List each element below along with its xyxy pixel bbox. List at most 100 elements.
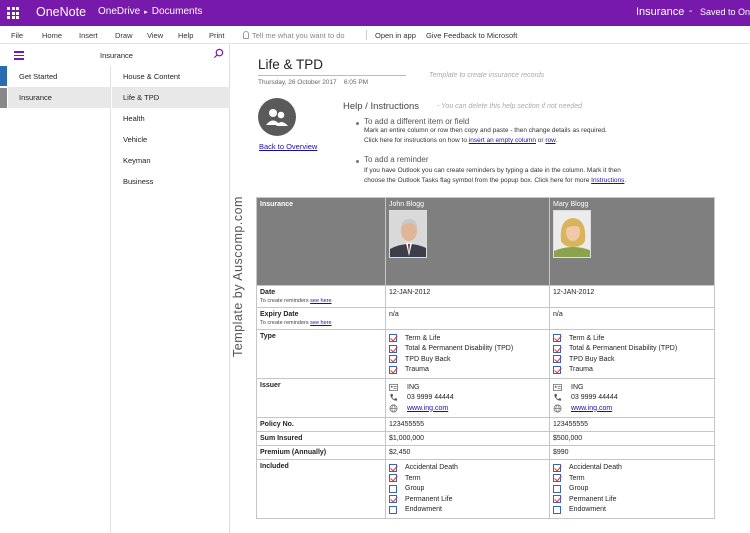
checkbox[interactable]: [553, 505, 561, 514]
table-cell[interactable]: ING 03 9999 44444 www.ing.com: [385, 378, 550, 418]
table-cell[interactable]: Accidental Death Term Group Permanent Li…: [549, 458, 715, 519]
menu-home[interactable]: Home: [42, 31, 62, 40]
tell-me-search[interactable]: Tell me what you want to do: [243, 31, 345, 40]
checkbox[interactable]: [553, 365, 561, 374]
breadcrumb-documents[interactable]: Documents: [152, 6, 203, 17]
issuer-website-link[interactable]: www.ing.com: [571, 405, 612, 412]
hamburger-menu-icon[interactable]: [14, 51, 24, 60]
table-cell[interactable]: Issuer: [256, 378, 386, 418]
table-cell[interactable]: $2,450: [385, 444, 550, 460]
checkbox[interactable]: [389, 463, 397, 472]
table-cell[interactable]: Term & Life Total & Permanent Disability…: [549, 329, 715, 379]
help-item-1-line-2: Click here for instructions on how to in…: [364, 137, 558, 144]
issuer-web-row: www.ing.com: [553, 403, 711, 414]
checkbox[interactable]: [389, 474, 397, 483]
table-cell[interactable]: 12-JAN-2012: [385, 285, 550, 308]
table-header-label: Insurance: [260, 201, 294, 208]
table-cell[interactable]: $500,000: [549, 430, 715, 446]
app-launcher-icon[interactable]: [7, 7, 19, 19]
insert-row-link[interactable]: row: [545, 137, 555, 144]
checkbox[interactable]: [389, 334, 397, 343]
back-to-overview-link[interactable]: Back to Overview: [259, 142, 317, 151]
table-cell[interactable]: Included: [256, 458, 386, 519]
app-name[interactable]: OneNote: [36, 5, 86, 19]
checkbox[interactable]: [389, 484, 397, 493]
section-item-get-started[interactable]: Get Started: [8, 66, 110, 87]
page-time: 6:05 PM: [343, 79, 369, 86]
feedback-button[interactable]: Give Feedback to Microsoft: [426, 31, 517, 40]
issuer-website-link[interactable]: www.ing.com: [407, 405, 448, 412]
expiry-value: n/a: [553, 311, 563, 318]
table-cell[interactable]: Sum Insured: [256, 430, 386, 446]
table-cell[interactable]: Expiry Date To create reminders see here: [256, 307, 386, 330]
checkbox[interactable]: [553, 344, 561, 353]
table-cell[interactable]: Accidental Death Term Group Permanent Li…: [385, 458, 550, 519]
table-cell[interactable]: Premium (Annually): [256, 444, 386, 460]
checkbox[interactable]: [389, 365, 397, 374]
table-cell[interactable]: Term & Life Total & Permanent Disability…: [385, 329, 550, 379]
instructions-link[interactable]: Instructions: [591, 177, 624, 184]
checkbox[interactable]: [553, 463, 561, 472]
section-item-insurance[interactable]: Insurance: [8, 87, 110, 108]
checkbox[interactable]: [553, 474, 561, 483]
table-cell[interactable]: Date To create reminders see here: [256, 285, 386, 308]
person-name: Mary Blogg: [553, 201, 589, 208]
checkbox[interactable]: [389, 344, 397, 353]
woman-photo: [553, 210, 591, 258]
table-cell[interactable]: 123455555: [385, 416, 550, 432]
table-row: Premium (Annually) $2,450 $990: [256, 444, 715, 460]
table-cell[interactable]: 123455555: [549, 416, 715, 432]
checkbox[interactable]: [553, 484, 561, 493]
notebook-title[interactable]: Insurance: [636, 6, 684, 18]
lightbulb-icon: [243, 31, 249, 39]
menu-print[interactable]: Print: [209, 31, 224, 40]
menu-insert[interactable]: Insert: [79, 31, 98, 40]
checkbox[interactable]: [553, 355, 561, 364]
checkbox[interactable]: [389, 495, 397, 504]
table-cell[interactable]: Policy No.: [256, 416, 386, 432]
page-item-house-content[interactable]: House & Content: [112, 66, 230, 87]
table-cell[interactable]: $1,000,000: [385, 430, 550, 446]
checkbox[interactable]: [389, 505, 397, 514]
page-item-business[interactable]: Business: [112, 171, 230, 192]
table-cell[interactable]: n/a: [385, 307, 550, 330]
table-cell[interactable]: Type: [256, 329, 386, 379]
menu-help[interactable]: Help: [178, 31, 193, 40]
table-cell[interactable]: 12-JAN-2012: [549, 285, 715, 308]
page-item-life-tpd[interactable]: Life & TPD: [112, 87, 230, 108]
insert-empty-column-link[interactable]: insert an empty column: [469, 137, 536, 144]
page-item-vehicle[interactable]: Vehicle: [112, 129, 230, 150]
nav-notebook-title: Insurance: [100, 51, 133, 60]
checklist-item: Trauma: [389, 365, 546, 376]
page-label: Vehicle: [123, 135, 148, 144]
page-item-health[interactable]: Health: [112, 108, 230, 129]
table-cell[interactable]: Mary Blogg: [549, 197, 715, 286]
table-cell[interactable]: $990: [549, 444, 715, 460]
page-canvas[interactable]: Template by Auscomp.com Life & TPD Thurs…: [231, 44, 750, 533]
menu-view[interactable]: View: [147, 31, 163, 40]
checkbox[interactable]: [553, 495, 561, 504]
see-here-link[interactable]: see here: [310, 298, 331, 304]
menu-file[interactable]: File: [11, 31, 23, 40]
person-name: John Blogg: [389, 201, 425, 208]
page-item-keyman[interactable]: Keyman: [112, 150, 230, 171]
row-label: Issuer: [260, 382, 281, 389]
table-cell[interactable]: John Blogg: [385, 197, 550, 286]
see-here-link[interactable]: see here: [310, 320, 331, 326]
table-cell[interactable]: ING 03 9999 44444 www.ing.com: [549, 378, 715, 418]
menu-draw[interactable]: Draw: [115, 31, 133, 40]
page-label: Keyman: [123, 156, 151, 165]
checkbox[interactable]: [389, 355, 397, 364]
table-cell[interactable]: n/a: [549, 307, 715, 330]
breadcrumb-onedrive[interactable]: OneDrive: [98, 6, 140, 17]
checklist-item: Accidental Death: [389, 463, 546, 474]
page-title[interactable]: Life & TPD: [258, 57, 323, 72]
checkbox[interactable]: [553, 334, 561, 343]
table-row: Included Accidental Death Term Group Per…: [256, 458, 715, 519]
table-cell[interactable]: Insurance: [256, 197, 386, 286]
checklist-item: Endowment: [389, 505, 546, 516]
row-label: Policy No.: [260, 420, 294, 428]
open-in-app-button[interactable]: Open in app: [375, 31, 416, 40]
checklist-item: Term: [553, 473, 711, 484]
search-icon[interactable]: [213, 48, 224, 59]
